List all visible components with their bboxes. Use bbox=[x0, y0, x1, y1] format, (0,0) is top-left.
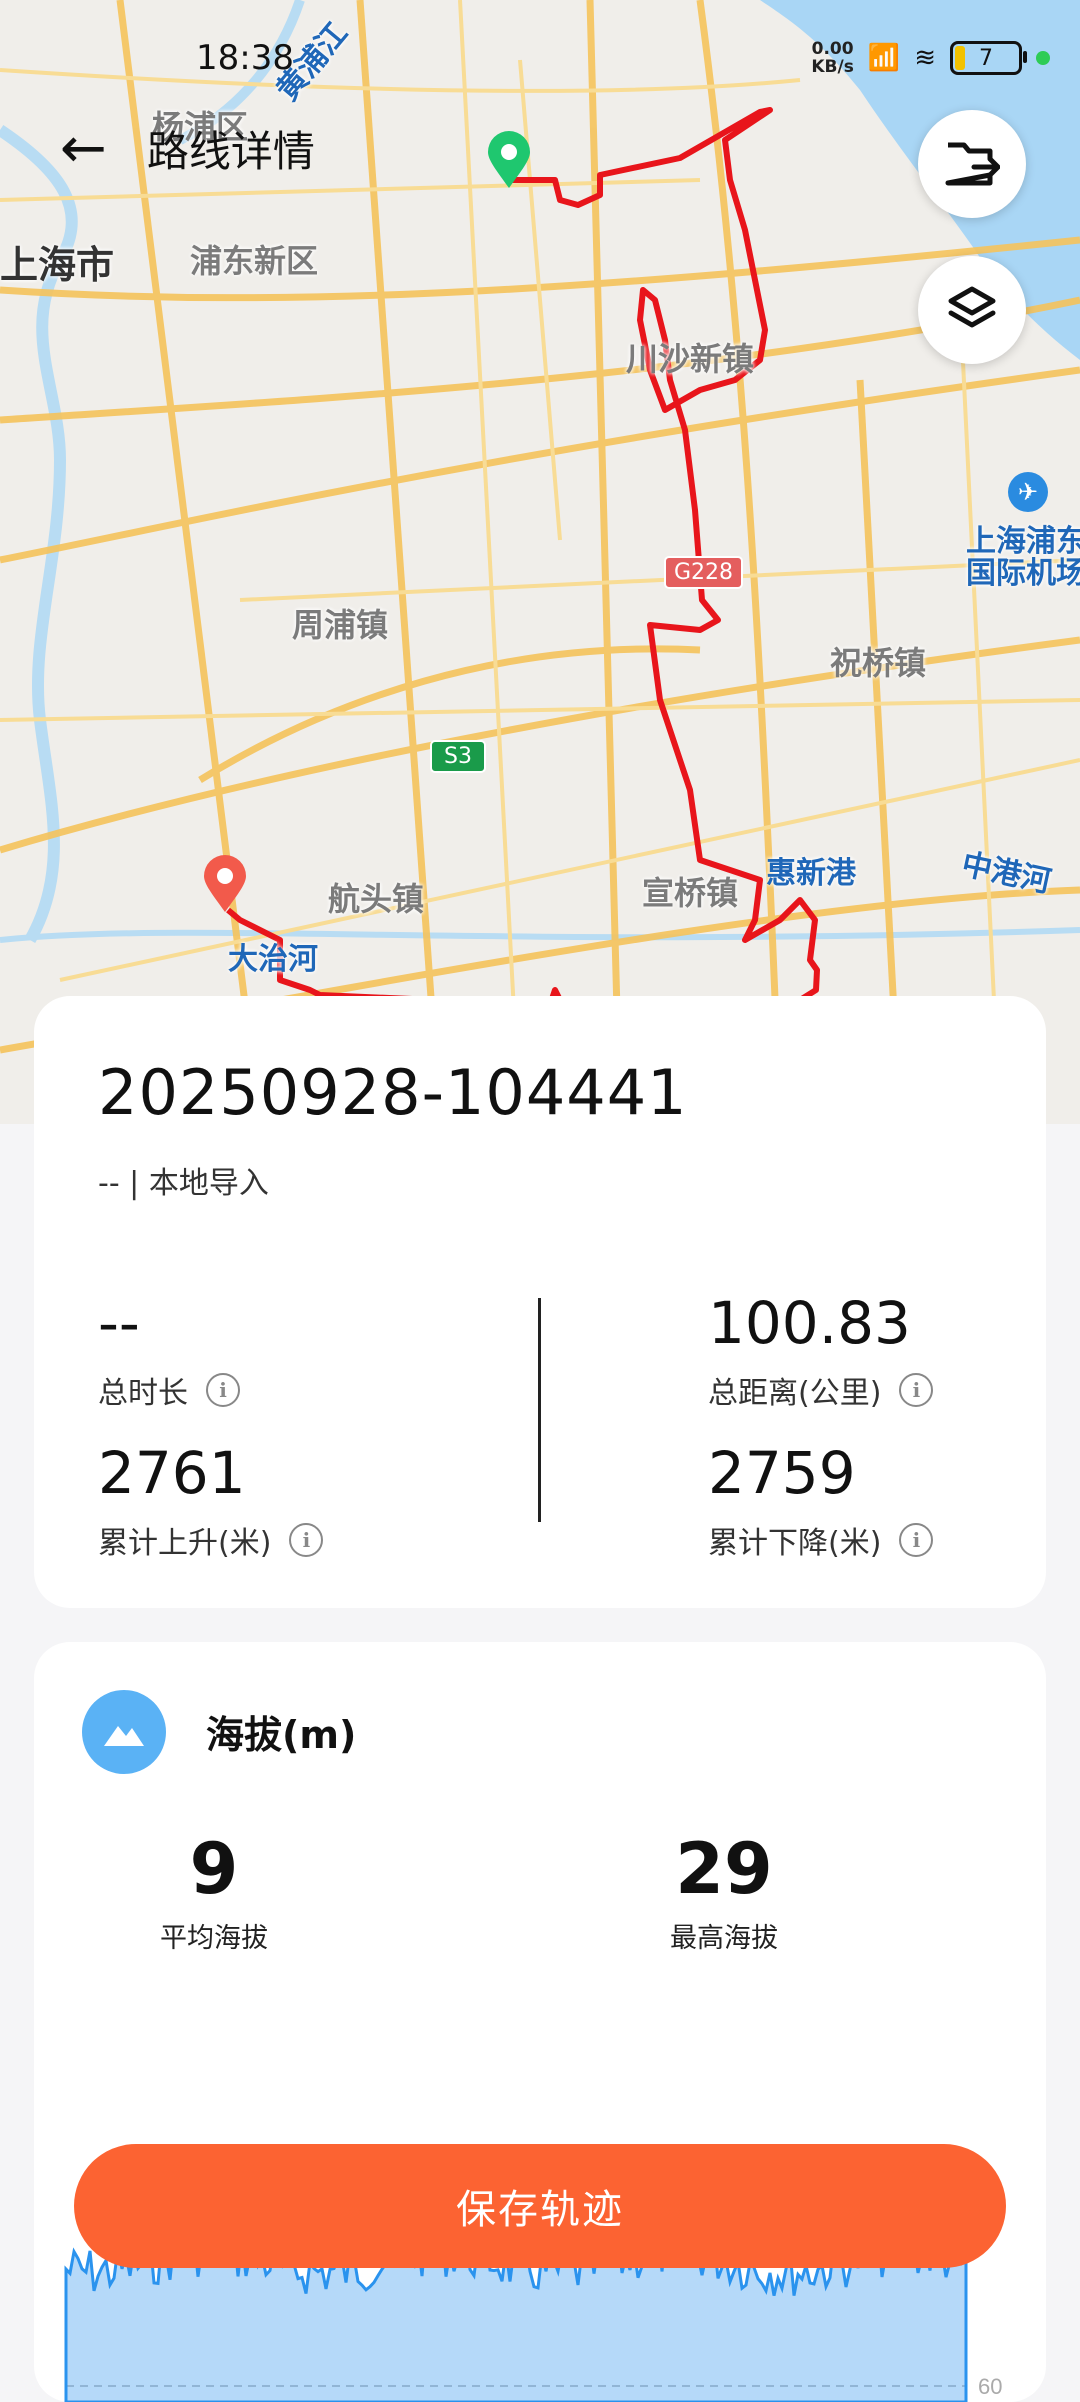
ascent-label: 累计上升(米) bbox=[98, 1526, 272, 1561]
map-label-dazhi: 大治河 bbox=[228, 942, 318, 977]
folder-export-icon bbox=[945, 142, 1000, 186]
max-altitude: 29 最高海拔 bbox=[624, 1832, 824, 1955]
avg-altitude-label: 平均海拔 bbox=[160, 1923, 268, 1954]
mountain-icon bbox=[82, 1690, 166, 1774]
map-label-xuanqiao: 宣桥镇 bbox=[642, 874, 739, 912]
max-altitude-value: 29 bbox=[675, 1828, 773, 1910]
info-icon[interactable]: i bbox=[899, 1373, 934, 1407]
save-track-button[interactable]: 保存轨迹 bbox=[74, 2144, 1006, 2268]
descent-stat: 2759 累计下降(米) i bbox=[708, 1439, 934, 1562]
altitude-title: 海拔(m) bbox=[206, 1713, 357, 1757]
max-altitude-label: 最高海拔 bbox=[670, 1923, 778, 1954]
info-icon[interactable]: i bbox=[206, 1373, 240, 1407]
stats-divider bbox=[538, 1298, 541, 1522]
net-speed: 0.00 KB/s bbox=[811, 39, 854, 77]
map-label-zhoupu: 周浦镇 bbox=[292, 606, 389, 644]
distance-stat: 100.83 总距离(公里) i bbox=[708, 1289, 934, 1412]
distance-label: 总距离(公里) bbox=[708, 1376, 882, 1411]
ascent-value: 2761 bbox=[98, 1439, 246, 1507]
map-label-airport: 上海浦东 国际机场 bbox=[966, 524, 1080, 591]
duration-label: 总时长 bbox=[98, 1376, 188, 1411]
info-icon[interactable]: i bbox=[899, 1523, 934, 1557]
layers-icon bbox=[948, 286, 996, 328]
header: ← 路线详情 bbox=[60, 118, 315, 179]
avg-altitude: 9 平均海拔 bbox=[114, 1832, 314, 1955]
map-label-zhuqiao: 祝桥镇 bbox=[830, 644, 927, 682]
descent-value: 2759 bbox=[708, 1439, 856, 1507]
ascent-stat: 2761 累计上升(米) i bbox=[98, 1439, 324, 1562]
distance-value: 100.83 bbox=[708, 1289, 911, 1357]
map-label-hangtou: 航头镇 bbox=[328, 880, 425, 918]
status-time: 18:38 bbox=[196, 38, 294, 78]
map-label-huixingang: 惠新港 bbox=[766, 856, 856, 891]
info-icon[interactable]: i bbox=[289, 1523, 324, 1557]
avg-altitude-value: 9 bbox=[189, 1828, 239, 1910]
end-marker-icon[interactable] bbox=[202, 854, 248, 914]
descent-label: 累计下降(米) bbox=[708, 1526, 882, 1561]
export-button[interactable] bbox=[918, 110, 1026, 218]
airport-icon: ✈ bbox=[1008, 472, 1048, 512]
route-summary-card: 20250928-104441 -- | 本地导入 -- 总时长 i 100.83… bbox=[34, 996, 1046, 1608]
wifi-icon: ≋ bbox=[914, 43, 936, 73]
g228-shield: G228 bbox=[664, 556, 744, 589]
signal-icon: 📶 bbox=[867, 43, 901, 73]
page-title: 路线详情 bbox=[146, 127, 315, 176]
save-track-label: 保存轨迹 bbox=[456, 2187, 624, 2233]
route-source: -- | 本地导入 bbox=[98, 1166, 269, 1201]
duration-value: -- bbox=[98, 1289, 140, 1357]
altitude-card: 海拔(m) 9 平均海拔 29 最高海拔 60 bbox=[34, 1642, 1046, 2402]
back-arrow-icon[interactable]: ← bbox=[60, 120, 107, 177]
privacy-indicator-icon bbox=[1036, 51, 1050, 65]
layers-button[interactable] bbox=[918, 256, 1026, 364]
duration-stat: -- 总时长 i bbox=[98, 1292, 240, 1412]
s3-shield: S3 bbox=[430, 740, 486, 773]
status-bar: 18:38 0.00 KB/s 📶 ≋ 7 bbox=[0, 38, 1080, 88]
map-label-pudong: 浦东新区 bbox=[190, 242, 319, 280]
start-marker-icon[interactable] bbox=[486, 130, 532, 190]
route-name: 20250928-104441 bbox=[98, 1056, 688, 1129]
y-tick-label: 60 bbox=[978, 2374, 1002, 2399]
map-label-chuansha: 川沙新镇 bbox=[626, 340, 755, 378]
map-label-shanghai: 上海市 bbox=[0, 243, 115, 287]
battery-icon: 7 bbox=[950, 41, 1027, 75]
